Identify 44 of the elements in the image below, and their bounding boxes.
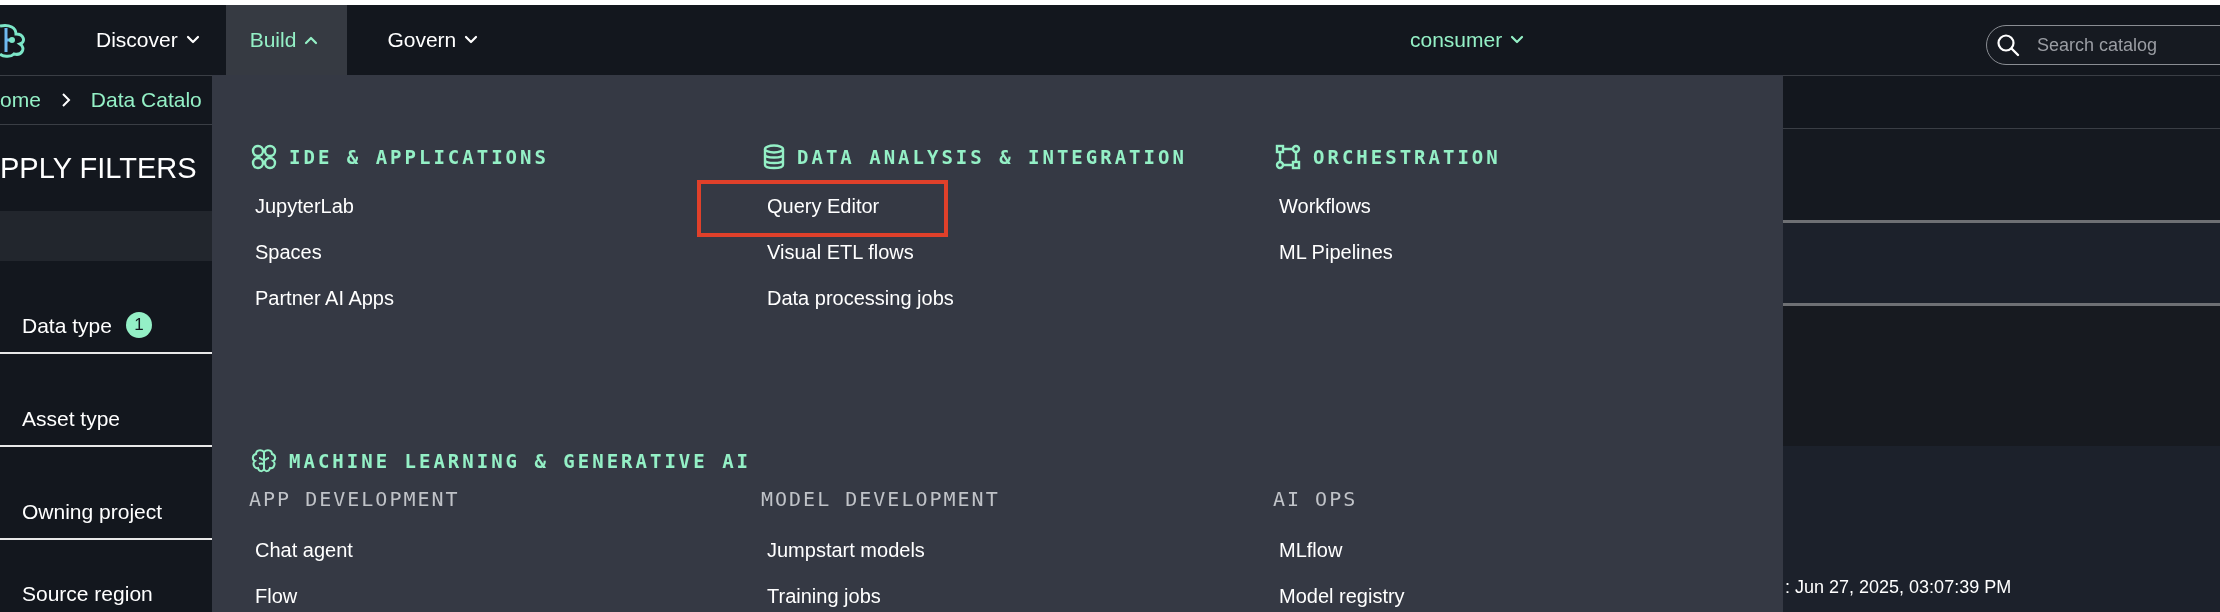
group-heading: APP DEVELOPMENT [249,486,461,513]
breadcrumb-link[interactable]: ome [0,88,41,112]
menu-item[interactable]: Training jobs [767,573,881,612]
timestamp-text: : Jun 27, 2025, 03:07:39 PM [1785,577,2012,598]
flow-icon [1275,144,1301,170]
menu-item[interactable]: ML Pipelines [1279,229,1393,275]
chevron-up-icon [304,35,319,45]
menu-item[interactable]: Data processing jobs [767,275,954,321]
menu-item[interactable]: Spaces [255,229,322,275]
menu-item[interactable]: Query Editor [767,183,880,229]
menu-item[interactable]: MLflow [1279,527,1343,573]
breadcrumb-link[interactable]: Data Catalo [90,88,202,112]
menu-item[interactable]: Workflows [1279,183,1371,229]
menu-item[interactable]: Jumpstart models [767,527,925,573]
search-icon [1996,33,2020,57]
menu-item[interactable]: Partner AI Apps [255,275,394,321]
menu-item[interactable]: Flow [255,573,298,612]
chevron-right-icon [60,92,71,108]
chevron-down-icon [185,35,200,45]
section-heading: DATA ANALYSIS & INTEGRATION [797,146,1187,168]
nav-tab[interactable]: Govern [347,5,505,75]
section-heading: ORCHESTRATION [1313,146,1501,168]
count-badge: 1 [125,312,152,338]
search-field[interactable]: Search catalog [1986,25,2220,65]
menu-item[interactable]: Model registry [1279,573,1405,612]
filters-title: PPLY FILTERS [0,151,197,185]
chevron-down-icon [464,35,479,45]
group-heading: AI OPS [1273,486,1359,513]
grid-icon [251,144,277,170]
menu-item[interactable]: Chat agent [255,527,353,573]
section-heading: MACHINE LEARNING & GENERATIVE AI [289,450,752,472]
project-selector[interactable]: consumer [1404,5,1531,75]
menu-item[interactable]: Visual ETL flows [767,229,914,275]
nav-tab[interactable]: Build [225,5,348,75]
filter-label[interactable]: Source region [22,582,153,606]
brain-icon [251,448,277,474]
menu-item[interactable]: JupyterLab [255,183,354,229]
chevron-down-icon [1510,35,1525,45]
filter-label[interactable]: Asset type [22,407,121,431]
filter-label[interactable]: Data type [22,314,112,338]
nav-tab[interactable]: Discover [56,5,226,75]
section-heading: IDE & APPLICATIONS [289,146,549,168]
database-icon [763,144,785,170]
filter-label[interactable]: Owning project [22,500,163,524]
